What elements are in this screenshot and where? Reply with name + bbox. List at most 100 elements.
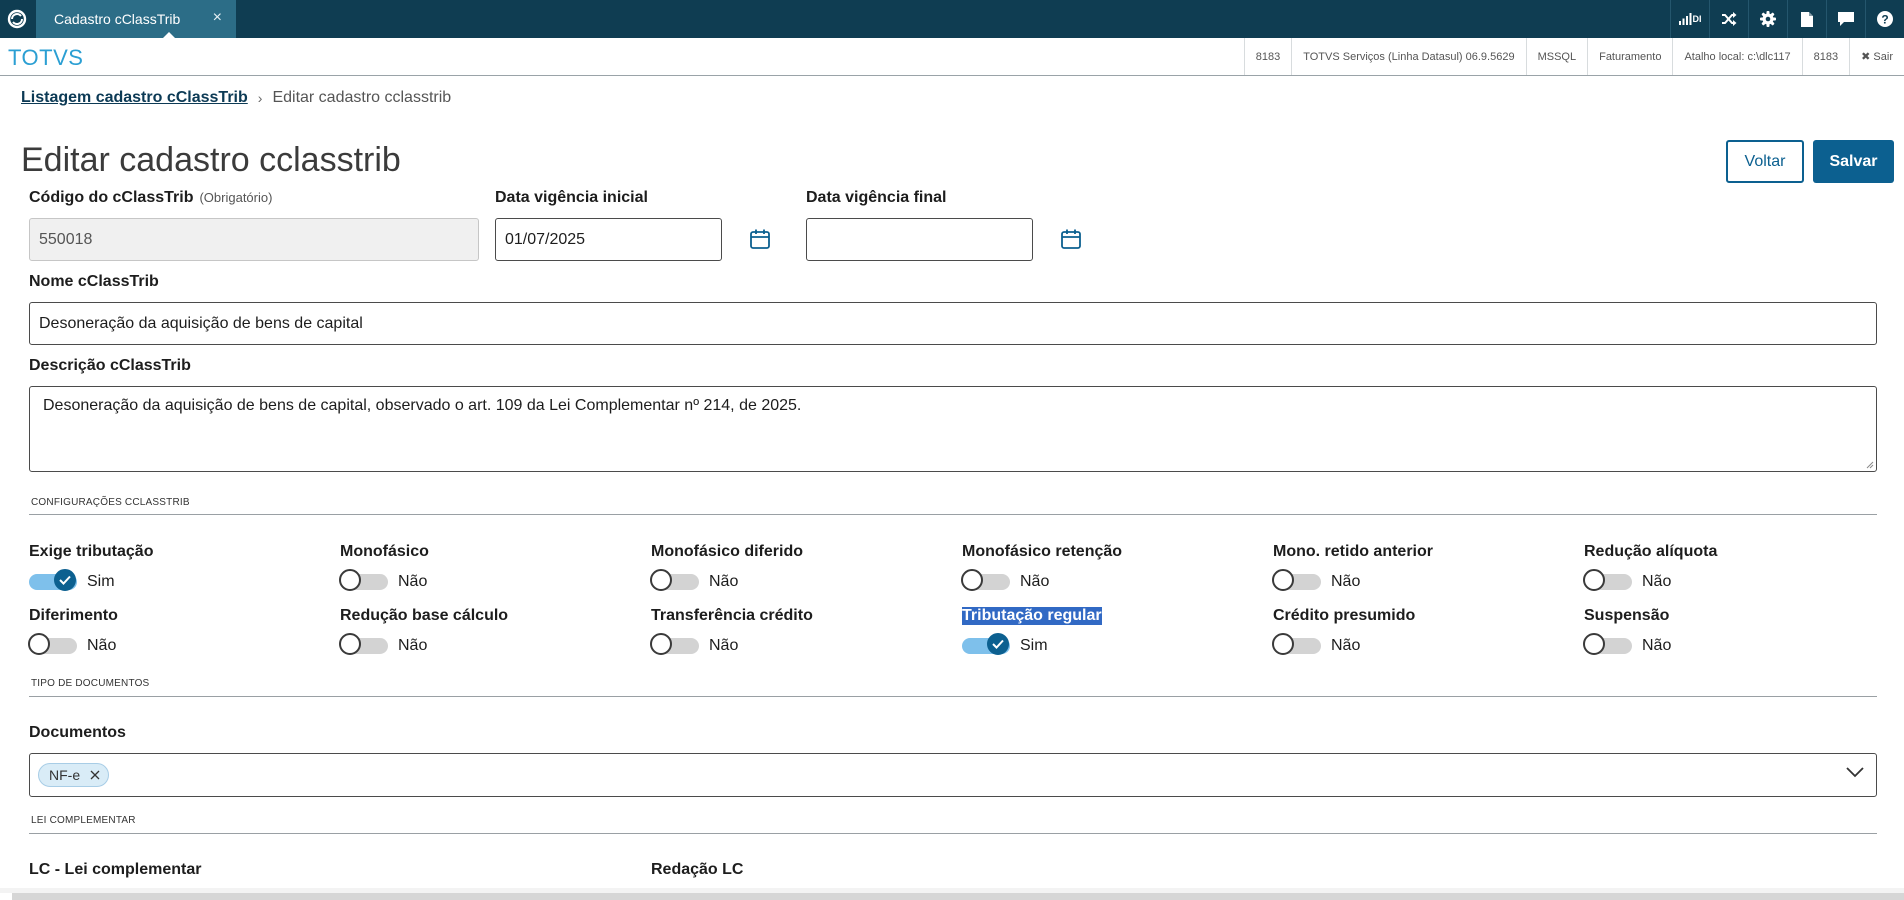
documentos-multiselect[interactable]: NF-e [29,753,1877,797]
toggle-tributacao-regular[interactable]: Sim [962,633,1048,655]
di-label: DI [1692,14,1702,24]
toggle-knob [1583,633,1605,655]
document-icon [1801,11,1813,27]
descricao-text: Desoneração da aquisição de bens de capi… [43,397,802,414]
descricao-label: Descrição cClassTrib [29,357,191,374]
toggle-state: Não [1642,573,1672,590]
signal-di-button[interactable]: DI [1670,0,1709,38]
section-divider [29,833,1877,834]
toggle-reducao-base-calculo[interactable]: Não [339,633,427,655]
chat-icon [1838,12,1854,26]
shuffle-icon [1722,12,1737,26]
breadcrumb-parent-link[interactable]: Listagem cadastro cClassTrib [21,89,248,107]
toggle-track [650,633,699,655]
section-title-lei-complementar: LEI COMPLEMENTAR [31,815,136,826]
app-logo-icon[interactable] [0,0,34,38]
info-bar: TOTVS 8183 TOTVS Serviços (Linha Datasul… [0,38,1904,76]
toggle-credito-presumido[interactable]: Não [1272,633,1361,655]
document-button[interactable] [1787,0,1826,38]
toggle-knob [650,633,672,655]
toggle-track [339,569,388,591]
switch-label-exige-tributacao: Exige tributação [29,543,154,560]
toggle-transferencia-credito[interactable]: Não [650,633,738,655]
switch-label-reducao-base-calculo: Redução base cálculo [340,607,509,624]
chevron-down-icon[interactable] [1846,767,1864,778]
required-hint: (Obrigatório) [199,190,273,205]
codigo-input[interactable]: 550018 [29,218,479,261]
info-module: Faturamento [1587,38,1672,75]
logout-button[interactable]: ✖ Sair [1849,38,1904,75]
tab-title: Cadastro cClassTrib [54,11,181,27]
chip-nfe: NF-e [38,763,110,787]
lc-label: LC - Lei complementar [29,861,202,878]
calendar-icon[interactable] [1060,228,1082,250]
toggle-state: Não [1020,573,1050,590]
settings-button[interactable] [1748,0,1787,38]
toggle-diferimento[interactable]: Não [28,633,117,655]
toggle-monofasico-diferido[interactable]: Não [650,569,738,591]
toggle-knob [650,569,672,591]
toggle-track [961,569,1010,591]
toggle-track [339,633,388,655]
switch-label-credito-presumido: Crédito presumido [1273,607,1416,624]
help-button[interactable]: ? [1865,0,1904,38]
data-final-input[interactable] [806,218,1033,261]
toggle-mono-retido-anterior[interactable]: Não [1272,569,1360,591]
svg-text:?: ? [1881,13,1888,27]
toggle-knob [1272,633,1294,655]
nome-input[interactable]: Desoneração da aquisição de bens de capi… [29,302,1877,345]
tab-cadastro-cclasstrib[interactable]: Cadastro cClassTrib × [36,0,236,39]
chip-label: NF-e [49,767,81,783]
info-company: 8183 [1243,38,1291,75]
tab-close-icon[interactable]: × [213,9,222,27]
close-icon[interactable] [90,770,100,780]
gear-icon [1760,11,1776,27]
toggle-state: Não [87,637,117,654]
help-icon: ? [1877,11,1893,27]
switch-label-mono-retido-anterior: Mono. retido anterior [1273,543,1433,560]
chat-button[interactable] [1826,0,1865,38]
breadcrumb-current: Editar cadastro cclasstrib [272,89,452,106]
check-icon [54,569,76,591]
toggle-knob [28,633,50,655]
toggle-suspensao[interactable]: Não [1583,633,1672,655]
calendar-icon[interactable] [749,228,771,250]
toggle-state: Não [398,573,428,590]
info-database: MSSQL [1525,38,1588,75]
descricao-textarea[interactable]: Desoneração da aquisição de bens de capi… [29,386,1877,472]
section-title-tipo-documentos: TIPO DE DOCUMENTOS [31,678,150,689]
toggle-state: Não [1331,637,1361,654]
switch-label-monofasico: Monofásico [340,543,429,560]
toggle-exige-tributacao[interactable]: Sim [29,569,115,591]
check-icon [987,633,1009,655]
toggle-knob [1583,569,1605,591]
switch-label-monofasico-retencao: Monofásico retenção [962,543,1123,560]
toggle-monofasico[interactable]: Não [339,569,428,591]
back-button[interactable]: Voltar [1726,140,1804,183]
breadcrumb: Listagem cadastro cClassTrib › Editar ca… [21,89,451,107]
shuffle-button[interactable] [1709,0,1748,38]
toggle-knob [339,633,361,655]
toggle-monofasico-retencao[interactable]: Não [961,569,1050,591]
page-title: Editar cadastro cclasstrib [21,141,401,179]
chevron-right-icon: › [257,90,263,106]
top-toolbar: DI ? [1670,0,1904,38]
top-app-bar: Cadastro cClassTrib × DI ? [0,0,1904,39]
codigo-label: Código do cClassTrib (Obrigatório) [29,189,272,207]
horizontal-scrollbar[interactable] [12,893,1904,900]
save-button[interactable]: Salvar [1813,140,1894,183]
data-inicial-input[interactable]: 01/07/2025 [495,218,722,261]
switch-label-suspensao: Suspensão [1584,607,1670,624]
toggle-state: Sim [1020,637,1048,654]
toggle-reducao-aliquota[interactable]: Não [1583,569,1672,591]
switch-label-reducao-aliquota: Redução alíquota [1584,543,1718,560]
toggle-track [1583,633,1632,655]
toggle-track [1583,569,1632,591]
section-divider [29,696,1877,697]
toggle-track [28,633,77,655]
toggle-state: Não [1642,637,1672,654]
toggle-knob [339,569,361,591]
codigo-label-text: Código do cClassTrib [29,189,194,206]
documentos-label: Documentos [29,724,126,741]
resize-grip-icon[interactable] [1866,461,1874,469]
